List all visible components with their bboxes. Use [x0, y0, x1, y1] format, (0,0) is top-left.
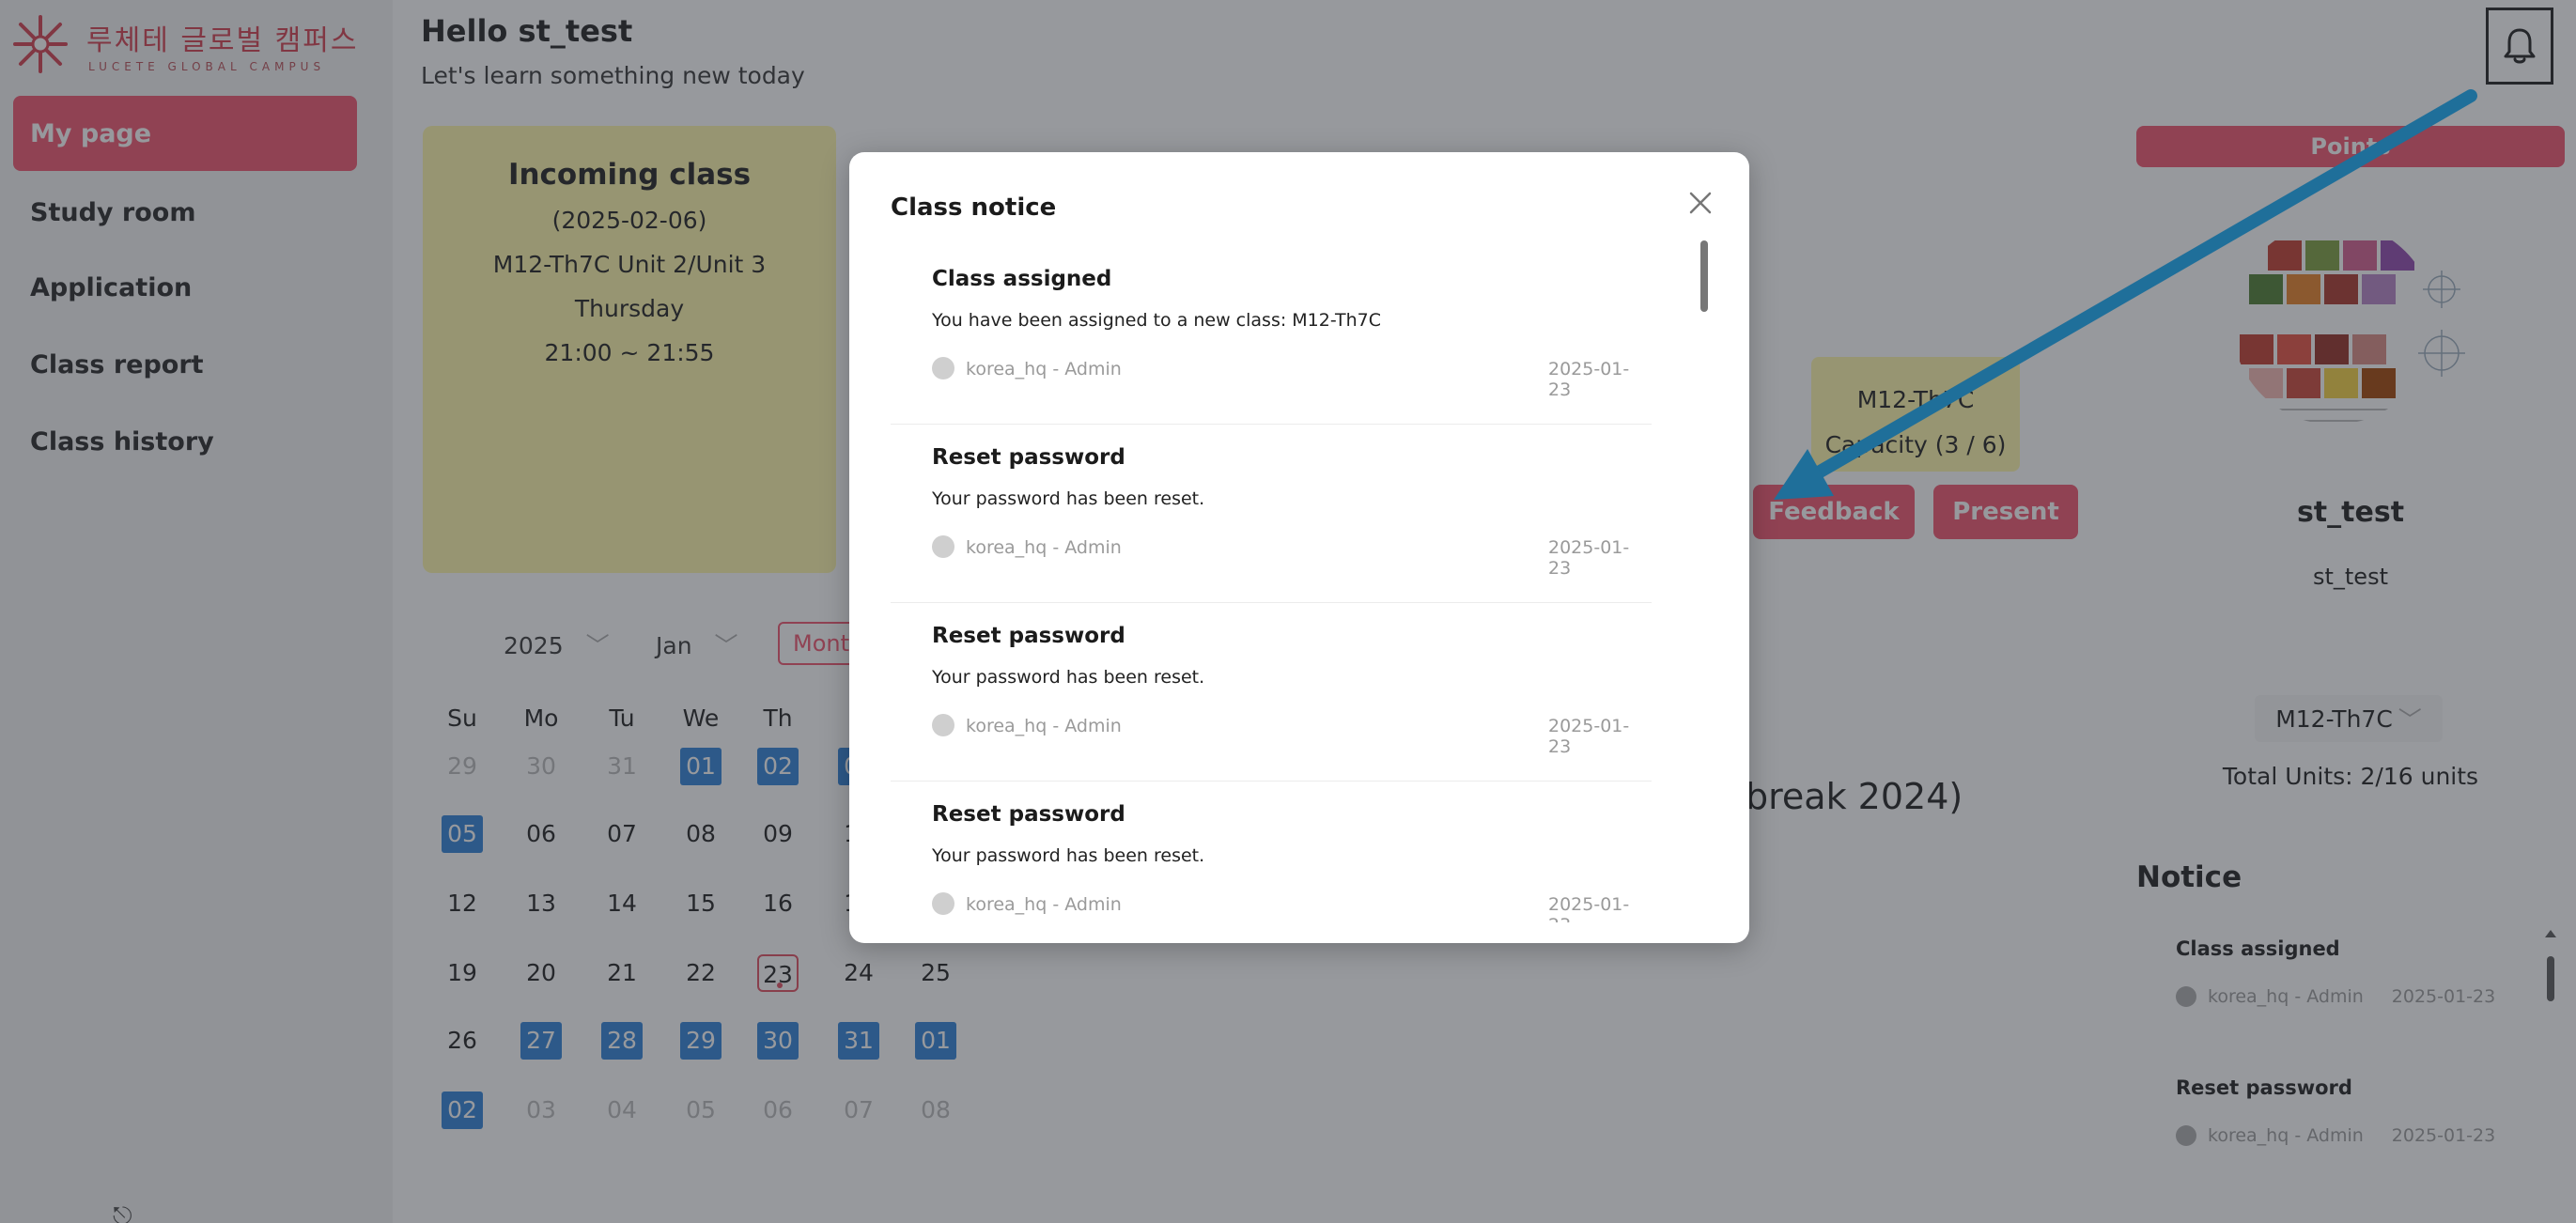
- modal-scroll-thumb[interactable]: [1700, 240, 1708, 312]
- list-item[interactable]: Reset password Your password has been re…: [891, 425, 1652, 603]
- notice-item-body: Your password has been reset.: [932, 845, 1205, 866]
- avatar: [932, 714, 954, 736]
- class-notice-modal: Class notice Class assigned You have bee…: [849, 152, 1749, 943]
- notice-item-author: korea_hq - Admin: [966, 537, 1122, 558]
- notice-item-author: korea_hq - Admin: [966, 359, 1122, 379]
- avatar: [932, 357, 954, 379]
- modal-notice-list[interactable]: Class assigned You have been assigned to…: [891, 246, 1680, 922]
- list-item[interactable]: Class assigned You have been assigned to…: [891, 246, 1652, 425]
- notice-item-title: Reset password: [932, 624, 1125, 648]
- notice-item-author: korea_hq - Admin: [966, 894, 1122, 915]
- notice-item-date: 2025-01-23: [1548, 894, 1630, 922]
- notice-item-title: Reset password: [932, 445, 1125, 470]
- notice-item-author: korea_hq - Admin: [966, 716, 1122, 736]
- notice-item-date: 2025-01-23: [1548, 537, 1630, 579]
- list-item[interactable]: Reset password Your password has been re…: [891, 782, 1652, 922]
- close-icon: [1689, 192, 1712, 214]
- list-item[interactable]: Reset password Your password has been re…: [891, 603, 1652, 782]
- notice-item-body: You have been assigned to a new class: M…: [932, 310, 1381, 331]
- close-button[interactable]: [1682, 184, 1719, 222]
- modal-scrollbar[interactable]: [1700, 240, 1708, 898]
- notice-item-body: Your password has been reset.: [932, 488, 1205, 509]
- notice-item-title: Reset password: [932, 802, 1125, 827]
- notice-item-title: Class assigned: [932, 267, 1112, 291]
- notice-item-body: Your password has been reset.: [932, 667, 1205, 688]
- avatar: [932, 892, 954, 915]
- notice-item-date: 2025-01-23: [1548, 359, 1630, 400]
- avatar: [932, 535, 954, 558]
- notice-item-date: 2025-01-23: [1548, 716, 1630, 757]
- modal-title: Class notice: [891, 194, 1057, 222]
